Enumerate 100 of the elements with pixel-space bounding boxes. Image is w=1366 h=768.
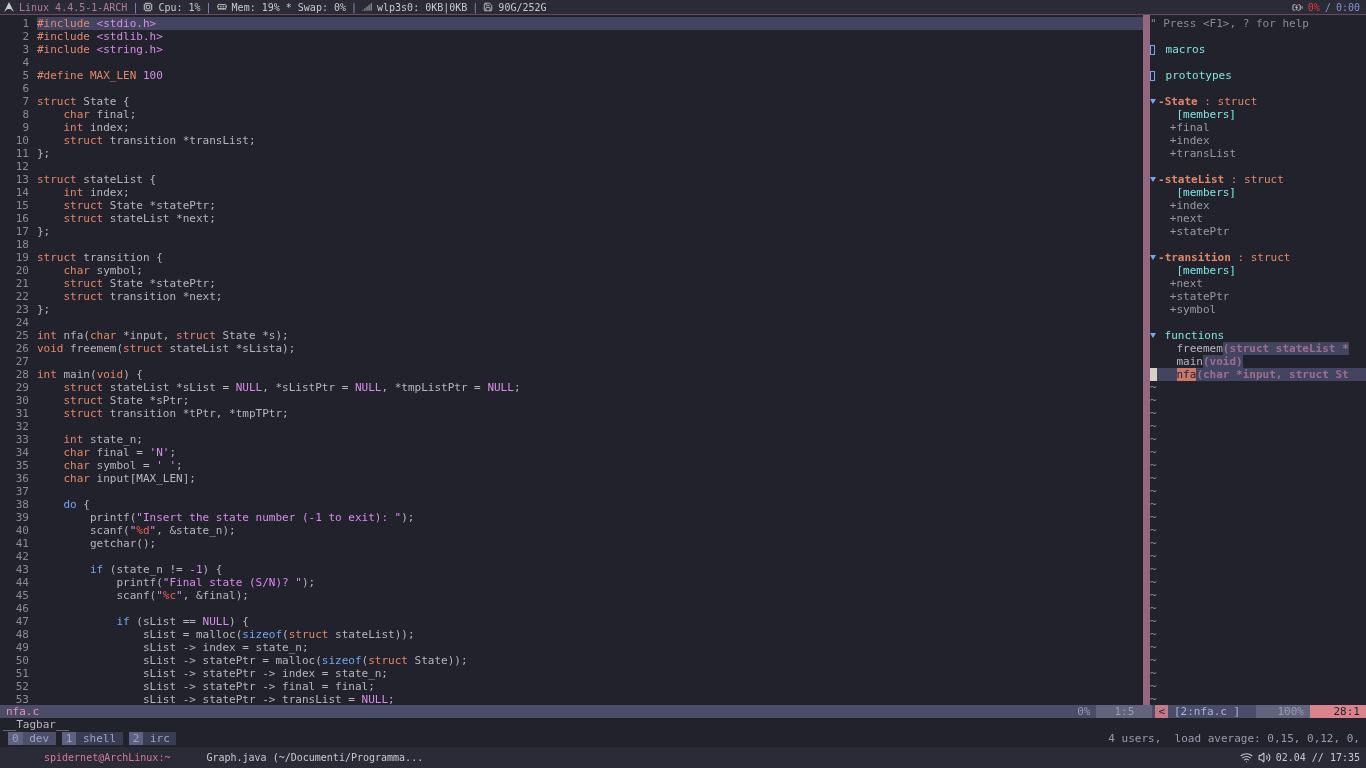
code-line: #include <stdlib.h>	[37, 30, 164, 43]
empty-line-marker: ~	[1150, 446, 1157, 459]
line-number: 43	[14, 563, 30, 576]
cursor-position: 1:5	[1096, 705, 1153, 718]
code-line: struct State *statePtr;	[62, 199, 217, 212]
code-line: #define MAX_LEN 100	[37, 69, 164, 82]
code-line: struct transition *transList;	[62, 134, 257, 147]
line-number: 38	[14, 498, 30, 511]
empty-line-marker: ~	[1150, 615, 1157, 628]
code-line: char input[MAX_LEN];	[62, 472, 197, 485]
window-tab[interactable]: 0 dev	[8, 731, 56, 745]
line-number: 22	[14, 290, 30, 303]
code-line: char symbol = ' ';	[62, 459, 184, 472]
empty-line-marker: ~	[1150, 420, 1157, 433]
empty-line-marker: ~	[1150, 602, 1157, 615]
member-entry[interactable]: +statePtr	[1169, 290, 1230, 303]
line-number: 40	[14, 524, 30, 537]
taskbar-item[interactable]: spidernet@ArchLinux:~	[44, 752, 171, 763]
collapsed-fold-icon[interactable]	[1150, 70, 1155, 81]
struct-name[interactable]: -State	[1158, 95, 1198, 108]
line-number: 12	[14, 160, 30, 173]
battery-time: 0:00	[1335, 1, 1360, 13]
collapsed-fold-icon[interactable]	[1150, 44, 1155, 55]
line-number: 18	[14, 238, 30, 251]
code-line: struct State *sPtr;	[62, 394, 191, 407]
expanded-triangle-icon[interactable]	[1150, 255, 1156, 260]
code-line: struct transition *next;	[62, 290, 224, 303]
struct-name[interactable]: -stateList	[1158, 173, 1225, 186]
help-hint: " Press <F1>, ? for help	[1150, 17, 1309, 30]
line-number: 15	[14, 199, 30, 212]
tagbar-position: 28:1	[1310, 705, 1366, 718]
code-line: char final = 'N';	[62, 446, 178, 459]
window-tab[interactable]: 1 shell	[61, 731, 123, 745]
line-number: 53	[14, 693, 30, 705]
empty-line-marker: ~	[1150, 381, 1157, 394]
line-number: 30	[14, 394, 30, 407]
code-line: printf("Insert the state number (-1 to exit): ");	[88, 511, 416, 524]
line-number: 47	[14, 615, 30, 628]
memory-icon	[216, 2, 227, 12]
empty-line-marker: ~	[1150, 524, 1157, 537]
function-entry[interactable]: main(void)	[1150, 355, 1366, 368]
code-line: do {	[62, 498, 91, 511]
code-line: scanf("%c", &final);	[115, 589, 250, 602]
member-entry[interactable]: +transList	[1169, 147, 1237, 160]
code-line: char symbol;	[62, 264, 144, 277]
member-entry[interactable]: +final	[1169, 121, 1210, 134]
volume-icon[interactable]	[1257, 751, 1271, 764]
code-line: sList -> statePtr -> transList = NULL;	[141, 693, 396, 705]
member-entry[interactable]: +next	[1169, 212, 1203, 225]
window-tab[interactable]: 2 irc	[128, 731, 177, 745]
taskbar-item[interactable]: Graph.java (~/Documenti/Programma...	[206, 752, 424, 763]
code-line: sList -> index = state_n;	[141, 641, 310, 654]
member-entry[interactable]: +symbol	[1169, 303, 1217, 316]
system-stat: wlp3s0: 0KB|0KB	[377, 1, 468, 13]
line-number: 48	[14, 628, 30, 641]
function-entry[interactable]: nfa(char *input, struct St	[1156, 368, 1366, 381]
code-line: struct transition {	[37, 251, 164, 264]
expanded-triangle-icon[interactable]	[1150, 177, 1156, 182]
line-number: 20	[14, 264, 30, 277]
member-entry[interactable]: +statePtr	[1169, 225, 1230, 238]
line-number: 37	[14, 485, 30, 498]
member-entry[interactable]: +next	[1169, 277, 1203, 290]
empty-line-marker: ~	[1150, 693, 1157, 705]
line-number: 29	[14, 381, 30, 394]
member-entry[interactable]: +index	[1169, 199, 1210, 212]
code-line: struct State *statePtr;	[62, 277, 217, 290]
line-number: 1	[21, 17, 30, 30]
line-number: 8	[21, 108, 30, 121]
separator: |	[472, 1, 479, 13]
code-line: sList -> statePtr = malloc(sizeof(struct State));	[141, 654, 469, 667]
line-number: 33	[14, 433, 30, 446]
line-number: 50	[14, 654, 30, 667]
cpu-icon	[143, 2, 154, 12]
line-number: 4	[21, 56, 30, 69]
empty-line-marker: ~	[1150, 459, 1157, 472]
group-name[interactable]: functions	[1158, 329, 1225, 342]
code-line: int index;	[62, 186, 131, 199]
group-name[interactable]: macros	[1159, 43, 1206, 56]
line-number: 7	[21, 95, 30, 108]
expanded-triangle-icon[interactable]	[1150, 333, 1156, 338]
signal-icon	[362, 2, 372, 12]
line-number: 21	[14, 277, 30, 290]
empty-line-marker: ~	[1150, 511, 1157, 524]
line-number: 31	[14, 407, 30, 420]
line-number: 28	[14, 368, 30, 381]
code-line: sList = malloc(sizeof(struct stateList));	[141, 628, 416, 641]
group-name[interactable]: prototypes	[1159, 69, 1232, 82]
expanded-triangle-icon[interactable]	[1150, 99, 1156, 104]
line-number: 46	[14, 602, 30, 615]
line-number: 41	[14, 537, 30, 550]
member-entry[interactable]: +index	[1169, 134, 1210, 147]
code-line: struct stateList *sList = NULL, *sListPtr = NULL, *tmpListPtr = NULL;	[62, 381, 522, 394]
struct-name[interactable]: -transition	[1158, 251, 1231, 264]
arch-logo-icon	[4, 2, 14, 12]
empty-line-marker: ~	[1150, 628, 1157, 641]
line-number: 13	[14, 173, 30, 186]
line-number: 3	[21, 43, 30, 56]
code-line: sList -> statePtr -> index = state_n;	[141, 667, 389, 680]
wifi-icon[interactable]	[1239, 751, 1253, 764]
code-line: int main(void) {	[37, 368, 144, 381]
